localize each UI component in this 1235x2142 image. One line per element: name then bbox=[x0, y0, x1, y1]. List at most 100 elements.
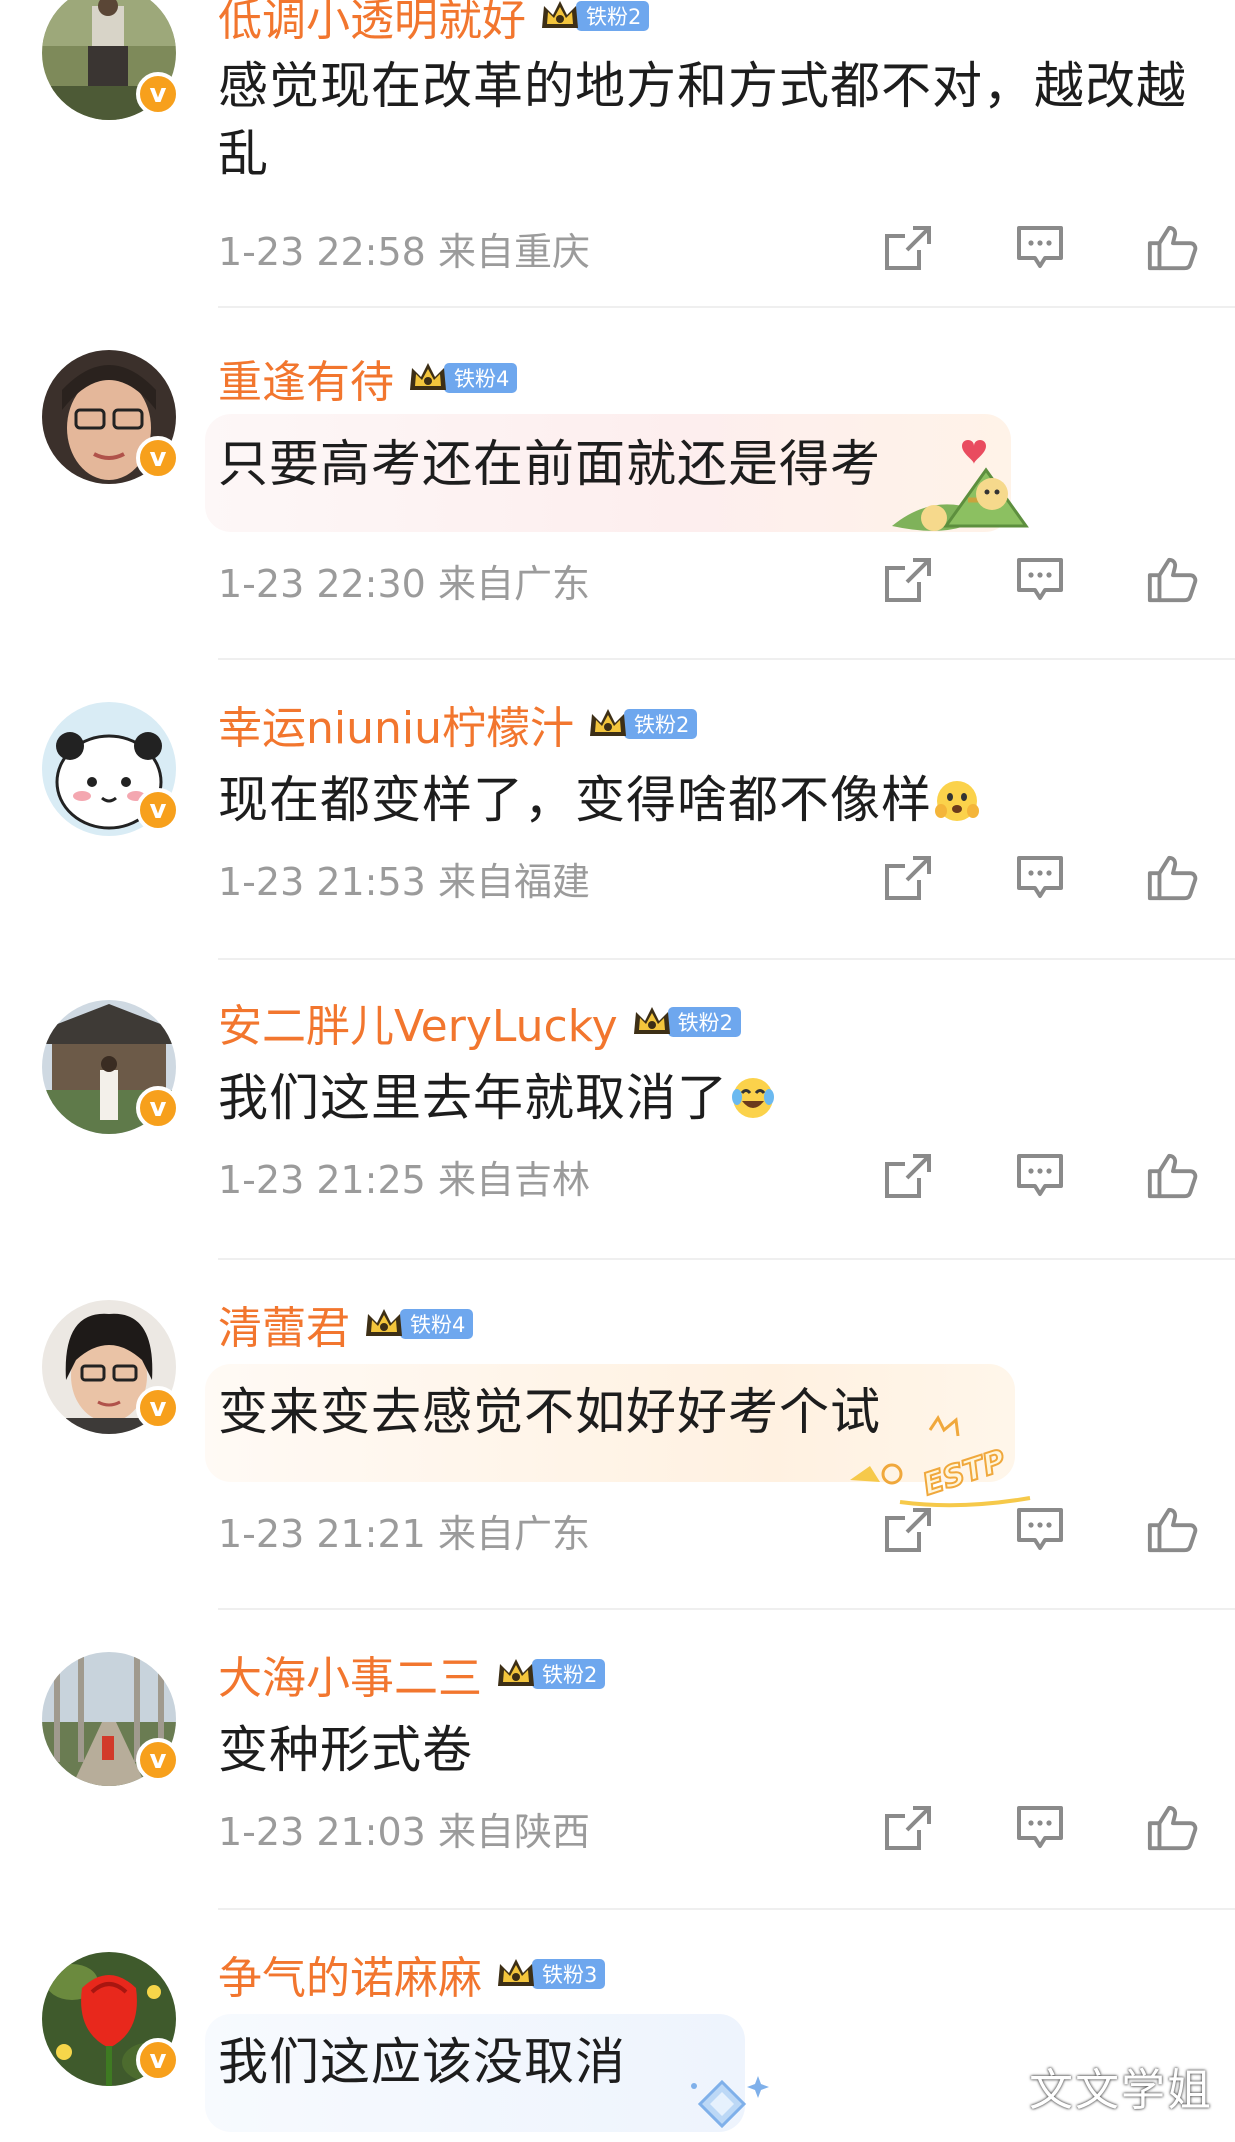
fan-badge[interactable]: 铁粉4 bbox=[364, 1306, 474, 1342]
like-button[interactable] bbox=[1146, 222, 1198, 274]
comment-timestamp: 1-23 21:03 来自陕西 bbox=[218, 1809, 590, 1854]
avatar[interactable]: v bbox=[42, 1952, 180, 2086]
crown-icon bbox=[588, 706, 628, 742]
like-icon bbox=[1147, 1805, 1198, 1851]
comment-item: v 幸运niuniu柠檬汁 铁粉2 现在都变样了，变得啥都不像样 1-23 21… bbox=[0, 662, 1235, 960]
avatar[interactable]: v bbox=[42, 1000, 180, 1134]
crown-icon bbox=[496, 1956, 536, 1992]
like-icon bbox=[1147, 557, 1198, 603]
username[interactable]: 重逢有待 bbox=[218, 346, 394, 410]
comment-item: v 安二胖儿VeryLucky 铁粉2 我们这里去年就取消了 1-23 21:2… bbox=[0, 960, 1235, 1260]
avatar[interactable]: v bbox=[42, 1652, 180, 1786]
verified-badge: v bbox=[136, 1386, 180, 1430]
comment-item: v 重逢有待 铁粉4 只要高考还在前面就还是得考 1-23 22:30 来自广东 bbox=[0, 310, 1235, 662]
share-icon bbox=[885, 1806, 931, 1850]
comment-timestamp: 1-23 21:53 来自福建 bbox=[218, 859, 590, 904]
comment-icon bbox=[1017, 1806, 1063, 1848]
avatar[interactable]: v bbox=[42, 350, 180, 484]
like-icon bbox=[1147, 1507, 1198, 1553]
fan-level-tag: 铁粉2 bbox=[532, 1659, 606, 1689]
fan-badge[interactable]: 铁粉3 bbox=[496, 1956, 606, 1992]
fan-badge[interactable]: 铁粉4 bbox=[408, 360, 518, 396]
fan-badge[interactable]: 铁粉2 bbox=[588, 706, 698, 742]
verified-badge: v bbox=[136, 1086, 180, 1130]
reply-button[interactable] bbox=[1014, 554, 1066, 606]
laughing-crying-emoji-icon bbox=[732, 1078, 774, 1118]
avatar[interactable]: v bbox=[42, 702, 180, 836]
comment-icon bbox=[1017, 1154, 1063, 1196]
share-icon bbox=[885, 226, 931, 270]
share-icon bbox=[885, 856, 931, 900]
share-icon bbox=[885, 1508, 931, 1552]
fan-level-tag: 铁粉2 bbox=[624, 709, 698, 739]
verified-badge: v bbox=[136, 1738, 180, 1782]
divider bbox=[218, 306, 1235, 308]
verified-badge: v bbox=[136, 436, 180, 480]
reply-button[interactable] bbox=[1014, 1150, 1066, 1202]
crown-icon bbox=[408, 360, 448, 396]
crown-icon bbox=[364, 1306, 404, 1342]
comment-timestamp: 1-23 22:58 来自重庆 bbox=[218, 229, 590, 274]
username[interactable]: 安二胖儿VeryLucky bbox=[218, 990, 618, 1054]
username[interactable]: 大海小事二三 bbox=[218, 1642, 482, 1706]
like-icon bbox=[1147, 225, 1198, 271]
comment-text: 感觉现在改革的地方和方式都不对，越改越乱 bbox=[218, 57, 1187, 183]
verified-badge: v bbox=[136, 788, 180, 832]
fan-level-tag: 铁粉4 bbox=[444, 363, 518, 393]
comment-text: 现在都变样了，变得啥都不像样 bbox=[218, 766, 1178, 834]
comment-text: 变种形式卷 bbox=[218, 1721, 473, 1779]
comment-item: v 低调小透明就好 铁粉2 感觉现在改革的地方和方式都不对，越改越乱 1-23 … bbox=[0, 0, 1235, 310]
fan-badge[interactable]: 铁粉2 bbox=[496, 1656, 606, 1692]
comment-timestamp: 1-23 21:21 来自广东 bbox=[218, 1511, 590, 1556]
fearful-face-emoji-icon bbox=[935, 781, 979, 821]
comment-icon bbox=[1017, 856, 1063, 898]
crown-icon bbox=[632, 1004, 672, 1040]
share-button[interactable] bbox=[882, 222, 934, 274]
fan-level-tag: 铁粉3 bbox=[532, 1959, 606, 1989]
fan-badge[interactable]: 铁粉2 bbox=[632, 1004, 742, 1040]
comment-icon bbox=[1017, 226, 1063, 268]
share-button[interactable] bbox=[882, 1504, 934, 1556]
like-button[interactable] bbox=[1146, 1504, 1198, 1556]
share-icon bbox=[885, 558, 931, 602]
comment-item: v 清蕾君 铁粉4 变来变去感觉不如好好考个试 ESTP 1-23 21:21 … bbox=[0, 1260, 1235, 1610]
username[interactable]: 幸运niuniu柠檬汁 bbox=[218, 692, 574, 756]
share-button[interactable] bbox=[882, 852, 934, 904]
username[interactable]: 争气的诺麻麻 bbox=[218, 1942, 482, 2006]
share-icon bbox=[885, 1154, 931, 1198]
crown-icon bbox=[496, 1656, 536, 1692]
like-icon bbox=[1147, 1153, 1198, 1199]
comment-item: v 大海小事二三 铁粉2 变种形式卷 1-23 21:03 来自陕西 bbox=[0, 1610, 1235, 1910]
comment-text: 我们这里去年就取消了 bbox=[218, 1064, 1178, 1132]
reply-button[interactable] bbox=[1014, 222, 1066, 274]
fan-level-tag: 铁粉4 bbox=[400, 1309, 474, 1339]
fan-level-tag: 铁粉2 bbox=[576, 1, 650, 31]
avatar[interactable]: v bbox=[42, 1300, 180, 1434]
watermark: 文文学姐 bbox=[1029, 2065, 1213, 2116]
comment-icon bbox=[1017, 558, 1063, 600]
like-button[interactable] bbox=[1146, 1150, 1198, 1202]
fan-badge[interactable]: 铁粉2 bbox=[540, 0, 650, 34]
bubble-sticker bbox=[691, 2076, 769, 2129]
avatar[interactable]: v bbox=[42, 0, 180, 120]
crown-icon bbox=[540, 0, 580, 34]
like-icon bbox=[1147, 855, 1198, 901]
bubble-sticker bbox=[892, 440, 1029, 531]
comment-list: v 低调小透明就好 铁粉2 感觉现在改革的地方和方式都不对，越改越乱 1-23 … bbox=[0, 0, 1235, 2132]
reply-button[interactable] bbox=[1014, 852, 1066, 904]
share-button[interactable] bbox=[882, 554, 934, 606]
divider bbox=[218, 658, 1235, 660]
reply-button[interactable] bbox=[1014, 1802, 1066, 1854]
share-button[interactable] bbox=[882, 1802, 934, 1854]
share-button[interactable] bbox=[882, 1150, 934, 1202]
username[interactable]: 清蕾君 bbox=[218, 1292, 350, 1356]
comment-icon bbox=[1017, 1508, 1063, 1550]
like-button[interactable] bbox=[1146, 852, 1198, 904]
reply-button[interactable] bbox=[1014, 1504, 1066, 1556]
username[interactable]: 低调小透明就好 bbox=[218, 0, 526, 48]
comment-timestamp: 1-23 22:30 来自广东 bbox=[218, 561, 590, 606]
sticker-label: ESTP bbox=[919, 1443, 1010, 1502]
like-button[interactable] bbox=[1146, 1802, 1198, 1854]
like-button[interactable] bbox=[1146, 554, 1198, 606]
comment-timestamp: 1-23 21:25 来自吉林 bbox=[218, 1157, 590, 1202]
